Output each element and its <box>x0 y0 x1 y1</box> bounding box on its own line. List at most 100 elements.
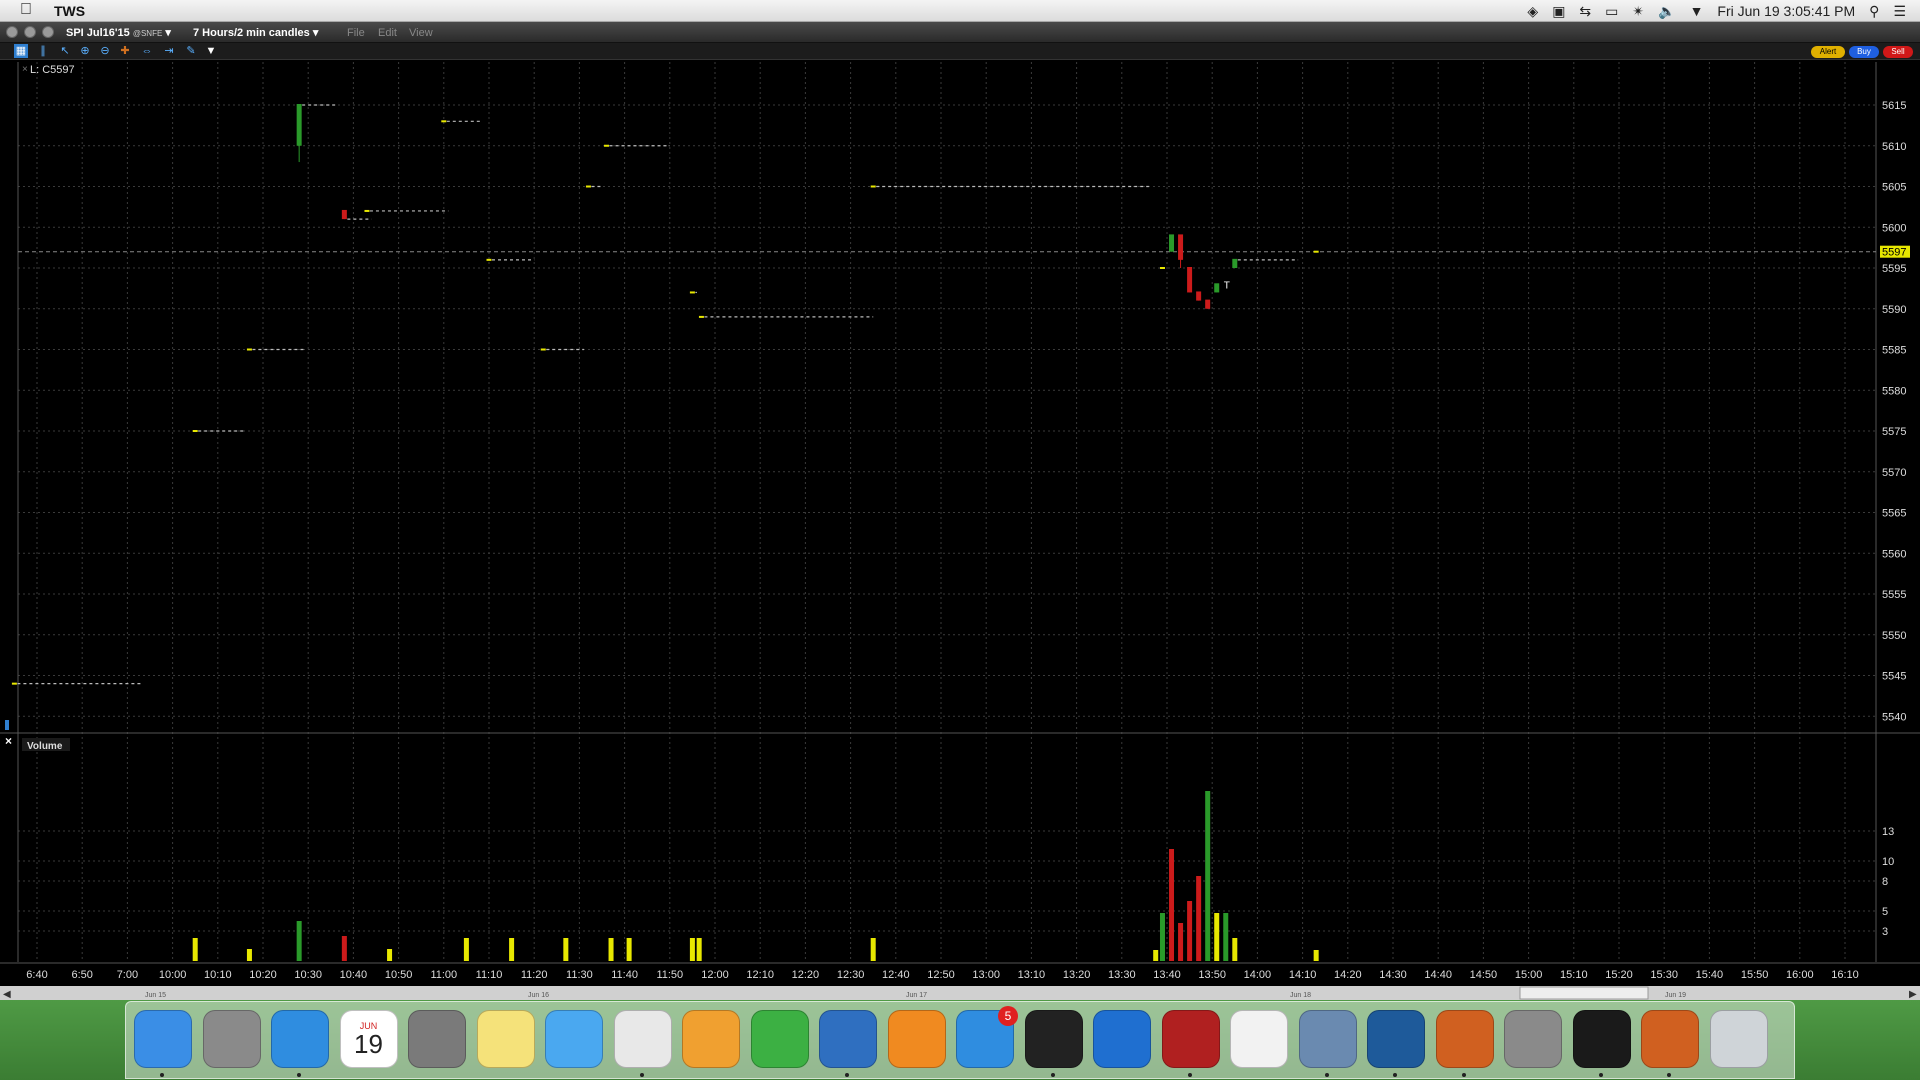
close-volume-panel-icon[interactable]: × <box>5 734 12 748</box>
close-price-legend-icon[interactable]: × <box>22 64 28 75</box>
notes-icon[interactable] <box>476 1010 535 1068</box>
pages-icon[interactable] <box>682 1010 740 1068</box>
screenshot-icon[interactable]: ▣ <box>1552 3 1565 20</box>
volume-icon[interactable]: 🔈 <box>1658 3 1675 20</box>
scroll-right-icon[interactable]: ▶ <box>1909 989 1917 1000</box>
fit-icon[interactable]: ⇥ <box>162 44 176 58</box>
calculator-icon[interactable] <box>408 1010 466 1068</box>
sell-button[interactable]: Sell <box>1883 46 1913 58</box>
teamviewer-icon[interactable] <box>1093 1010 1151 1068</box>
tws-icon[interactable] <box>1161 1010 1220 1068</box>
volume-tick-label: 10 <box>1882 856 1894 868</box>
system-preferences-icon[interactable] <box>1504 1010 1562 1068</box>
numbers-icon[interactable] <box>750 1010 809 1068</box>
close-window-button[interactable] <box>6 26 18 38</box>
zoom-out-icon[interactable]: ⊖ <box>98 44 112 58</box>
sourcetree-icon[interactable] <box>1367 1010 1425 1068</box>
safari-icon[interactable] <box>271 1010 329 1068</box>
price-tick-label: 5615 <box>1882 100 1906 112</box>
calendar-icon[interactable]: JUN 19 <box>339 1010 398 1068</box>
matlab-icon[interactable] <box>1435 1010 1494 1068</box>
candle <box>689 291 695 294</box>
time-tick-label: 15:40 <box>1696 969 1724 981</box>
zoom-window-button[interactable] <box>42 26 54 38</box>
scroll-left-icon[interactable]: ◀ <box>3 989 11 1000</box>
running-indicator <box>1324 1073 1329 1077</box>
buy-button[interactable]: Buy <box>1849 46 1879 58</box>
time-tick-label: 13:50 <box>1198 969 1226 981</box>
crosshair-icon[interactable]: ✚ <box>118 44 132 58</box>
price-chart[interactable]: × L: C5597 × Volume 5597 T 5615 5610 5605 5… <box>0 60 1920 1000</box>
candle <box>1159 267 1165 269</box>
time-tick-label: 13:40 <box>1153 969 1181 981</box>
more-tools-icon[interactable]: ▼ <box>204 44 218 58</box>
zoom-in-icon[interactable]: ⊕ <box>78 44 92 58</box>
candle <box>585 185 591 188</box>
running-indicator <box>1393 1073 1397 1077</box>
activity-monitor-icon[interactable] <box>1572 1010 1631 1068</box>
trash-icon[interactable] <box>1709 1010 1768 1068</box>
price-tick-label: 5560 <box>1882 548 1906 560</box>
window-title-bar: SPI Jul16'15 @SNFE ▾ 7 Hours/2 min candl… <box>0 22 1920 43</box>
airplay-icon[interactable]: ▭ <box>1605 3 1618 20</box>
price-tick-label: 5550 <box>1882 630 1906 642</box>
bluetooth-icon[interactable]: ✴ <box>1632 3 1644 20</box>
menu-edit[interactable]: Edit <box>378 27 397 39</box>
menu-view[interactable]: View <box>409 27 433 39</box>
pan-icon[interactable]: ⇔ <box>140 44 154 58</box>
alert-button[interactable]: Alert <box>1811 46 1845 58</box>
dropbox-icon[interactable]: ◈ <box>1527 3 1538 20</box>
time-tick-label: 13:10 <box>1018 969 1046 981</box>
candle <box>1178 234 1184 260</box>
time-tick-label: 12:20 <box>792 969 820 981</box>
period-selector[interactable]: 7 Hours/2 min candles ▾ <box>193 26 318 39</box>
volume-bar <box>689 938 695 961</box>
minimize-window-button[interactable] <box>24 26 36 38</box>
java-icon[interactable] <box>1230 1010 1288 1068</box>
ibooks-icon[interactable] <box>887 1010 946 1068</box>
wifi-icon[interactable]: ▼ <box>1690 3 1704 19</box>
spotlight-icon[interactable]: ⚲ <box>1869 3 1879 20</box>
messages-icon[interactable] <box>545 1010 603 1068</box>
drawing-tools-icon[interactable]: ✎ <box>184 44 198 58</box>
notification-center-icon[interactable]: ☰ <box>1893 3 1906 20</box>
network-utility-icon[interactable] <box>1298 1010 1357 1068</box>
remote-desktop-icon[interactable] <box>819 1010 877 1068</box>
price-tick-label: 5555 <box>1882 589 1906 601</box>
candle <box>1196 291 1202 301</box>
textedit-icon[interactable] <box>613 1010 672 1068</box>
chart-settings-icon[interactable]: ▦ <box>14 44 28 58</box>
finder-icon[interactable] <box>134 1010 192 1068</box>
time-tick-label: 14:00 <box>1244 969 1272 981</box>
volume-tick-label: 8 <box>1882 876 1888 888</box>
day-label: Jun 19 <box>1665 992 1686 999</box>
menu-file[interactable]: File <box>347 27 365 39</box>
running-indicator <box>1461 1073 1466 1077</box>
candle <box>1205 299 1211 309</box>
scrollbar-thumb[interactable] <box>1519 986 1649 1000</box>
panel-handle[interactable] <box>5 720 9 730</box>
day-label: Jun 17 <box>906 992 927 999</box>
symbol-label: SPI Jul16'15 <box>66 27 130 39</box>
volume-bar <box>1223 913 1229 961</box>
price-tick-label: 5595 <box>1882 263 1906 275</box>
candle <box>364 209 370 212</box>
volume-tick-label: 5 <box>1882 906 1888 918</box>
volume-tick-label: 3 <box>1882 926 1888 938</box>
bar-type-icon[interactable]: ∥ <box>36 44 50 58</box>
volume-legend: Volume <box>27 741 63 752</box>
app-name[interactable]: TWS <box>54 3 85 19</box>
teamviewer-icon[interactable]: ⇆ <box>1579 3 1591 20</box>
symbol-selector[interactable]: SPI Jul16'15 @SNFE ▾ <box>66 26 171 39</box>
apple-menu-icon[interactable]:  <box>20 1 32 19</box>
chart-toolbar: ▦ ∥ ↖ ⊕ ⊖ ✚ ⇔ ⇥ ✎ ▼ Alert Buy Sell <box>0 43 1920 60</box>
matlab-2-icon[interactable] <box>1641 1010 1699 1068</box>
launchpad-icon[interactable] <box>202 1010 261 1068</box>
terminal-icon[interactable] <box>1024 1010 1083 1068</box>
clock[interactable]: Fri Jun 19 3:05:41 PM <box>1717 3 1855 19</box>
pointer-icon[interactable]: ↖ <box>58 44 72 58</box>
time-tick-label: 13:20 <box>1063 969 1091 981</box>
time-tick-label: 7:00 <box>117 969 138 981</box>
volume-bar <box>1169 849 1175 961</box>
volume-bar <box>626 938 632 961</box>
